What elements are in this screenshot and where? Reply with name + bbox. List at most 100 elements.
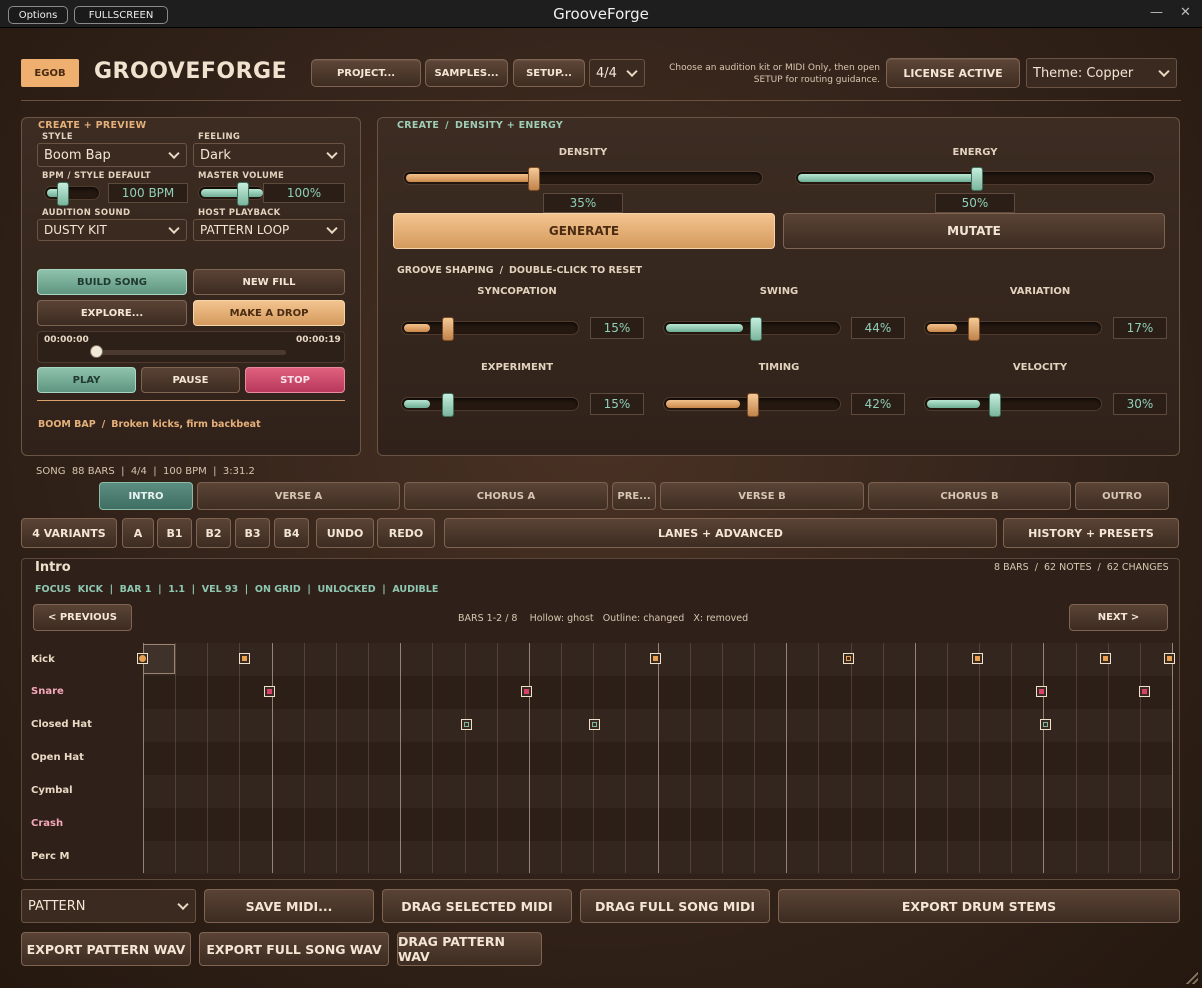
note-cell[interactable] [971,653,983,664]
variation-slider-handle[interactable] [968,317,981,341]
syncopation-slider[interactable] [401,317,579,341]
position-scrubber[interactable] [90,345,286,358]
play-button[interactable]: PLAY [37,367,136,393]
undo-button[interactable]: UNDO [316,518,374,548]
master-volume-label: MASTER VOLUME [198,171,285,181]
export-mode-select[interactable]: PATTERN [21,889,196,923]
focus-item: KICK [77,584,103,595]
variants-button[interactable]: 4 VARIANTS [21,518,117,548]
logo-badge: EGOB [21,59,79,87]
next-button[interactable]: NEXT > [1069,604,1168,631]
export-pattern-wav-button[interactable]: EXPORT PATTERN WAV [21,932,191,966]
note-cell[interactable] [521,686,533,697]
export-full-song-wav-button[interactable]: EXPORT FULL SONG WAV [199,932,389,966]
grid-line [239,643,241,873]
generate-button[interactable]: GENERATE [393,213,775,249]
close-icon[interactable]: ✕ [1180,5,1191,20]
syncopation-slider-handle[interactable] [441,317,454,341]
timing-slider-handle[interactable] [746,393,759,417]
stop-button[interactable]: STOP [245,367,345,393]
timing-slider[interactable] [663,393,841,417]
project-button[interactable]: PROJECT... [311,59,421,87]
note-cell[interactable] [649,653,661,664]
swing-value: 44% [851,317,905,339]
tab-pre[interactable]: PRE... [612,482,656,510]
variation-slider[interactable] [924,317,1102,341]
explore-button[interactable]: EXPLORE... [37,300,187,326]
variant-a-button[interactable]: A [122,518,154,548]
tab-intro[interactable]: INTRO [99,482,193,510]
variant-b2-button[interactable]: B2 [196,518,231,548]
note-cell[interactable] [1138,686,1150,697]
density-slider[interactable] [403,167,763,191]
experiment-slider[interactable] [401,393,579,417]
note-cell[interactable] [1163,653,1175,664]
velocity-slider-handle[interactable] [988,393,1001,417]
tab-chorus-b[interactable]: CHORUS B [868,482,1071,510]
pause-button[interactable]: PAUSE [141,367,240,393]
samples-button[interactable]: SAMPLES... [425,59,508,87]
note-cell[interactable] [589,719,601,730]
resize-grip-icon[interactable] [1186,972,1198,984]
drag-full-song-midi-button[interactable]: DRAG FULL SONG MIDI [580,889,770,923]
mutate-button[interactable]: MUTATE [783,213,1165,249]
variant-b3-button[interactable]: B3 [235,518,270,548]
feeling-select[interactable]: Dark [193,143,345,167]
density-slider-handle[interactable] [528,167,541,191]
setup-button[interactable]: SETUP... [513,59,585,87]
redo-button[interactable]: REDO [377,518,435,548]
swing-slider[interactable] [663,317,841,341]
tab-verse-b[interactable]: VERSE B [660,482,864,510]
license-button[interactable]: LICENSE ACTIVE [886,58,1020,88]
style-select[interactable]: Boom Bap [37,143,187,167]
note-cell[interactable] [1100,653,1112,664]
master-volume-slider[interactable] [198,182,264,206]
swing-slider-handle[interactable] [749,317,762,341]
grid-line [400,643,402,873]
master-volume-handle[interactable] [237,182,249,206]
feeling-label: FEELING [198,132,241,142]
position-scrubber-handle[interactable] [90,345,103,358]
note-cell[interactable] [1035,686,1047,697]
tab-verse-a[interactable]: VERSE A [197,482,400,510]
syncopation-label: SYNCOPATION [477,286,557,297]
audition-select[interactable]: DUSTY KIT [37,219,187,241]
new-fill-button[interactable]: NEW FILL [193,269,345,295]
create-title: CREATE [397,120,440,131]
note-cell[interactable] [842,653,854,664]
velocity-slider[interactable] [924,393,1102,417]
previous-button[interactable]: < PREVIOUS [33,604,132,631]
variant-b1-button[interactable]: B1 [157,518,192,548]
variant-b4-button[interactable]: B4 [274,518,309,548]
note-cell[interactable] [460,719,472,730]
save-midi-button[interactable]: SAVE MIDI... [204,889,374,923]
variation-value: 17% [1113,317,1167,339]
bpm-slider[interactable] [44,182,100,206]
note-cell[interactable] [264,686,276,697]
energy-slider[interactable] [795,167,1155,191]
focus-sep: | [102,584,120,595]
history-presets-button[interactable]: HISTORY + PRESETS [1003,518,1179,548]
energy-slider-handle[interactable] [971,167,983,191]
build-song-button[interactable]: BUILD SONG [37,269,187,295]
experiment-slider-handle[interactable] [441,393,454,417]
lanes-advanced-button[interactable]: LANES + ADVANCED [444,518,997,548]
theme-select[interactable]: Theme: Copper [1026,58,1177,88]
make-a-drop-button[interactable]: MAKE A DROP [193,300,345,326]
note-cell[interactable] [239,653,251,664]
tab-outro[interactable]: OUTRO [1075,482,1169,510]
note-cell[interactable] [137,653,148,664]
grid-line [914,643,916,873]
time-signature-select[interactable]: 4/4 [589,59,645,87]
tab-chorus-a[interactable]: CHORUS A [404,482,608,510]
drag-selected-midi-button[interactable]: DRAG SELECTED MIDI [382,889,572,923]
lane-label: Open Hat [31,752,84,763]
bpm-slider-handle[interactable] [57,182,69,206]
note-fill [592,722,598,727]
chevron-down-icon [626,65,638,78]
minimize-icon[interactable]: — [1150,5,1163,20]
export-drum-stems-button[interactable]: EXPORT DRUM STEMS [778,889,1180,923]
note-cell[interactable] [1039,719,1051,730]
drag-pattern-wav-button[interactable]: DRAG PATTERN WAV [397,932,542,966]
host-playback-select[interactable]: PATTERN LOOP [193,219,345,241]
